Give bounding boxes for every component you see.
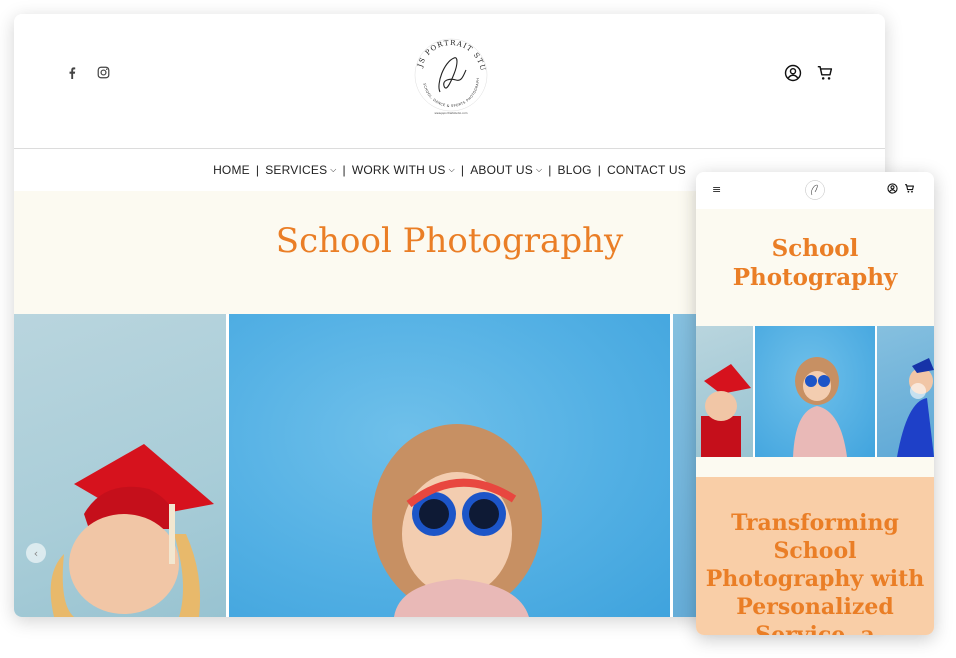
mobile-gallery-photo-birthday[interactable]: [755, 326, 875, 457]
mobile-photo-gallery: [696, 326, 934, 457]
chevron-left-icon[interactable]: [910, 383, 926, 399]
mobile-title-line: Photography: [732, 264, 898, 291]
mobile-page-title: School Photography: [696, 234, 934, 292]
nav-about-us-label: ABOUT US: [470, 163, 533, 177]
nav-home-label: HOME: [213, 163, 250, 177]
facebook-icon[interactable]: [67, 66, 77, 79]
promo-line: Photography with: [705, 566, 925, 592]
chevron-down-icon: ⌵: [330, 165, 337, 174]
nav-contact-us[interactable]: CONTACT US: [601, 163, 692, 177]
nav-about-us[interactable]: ABOUT US ⌵: [464, 163, 548, 177]
hamburger-icon[interactable]: ≡: [712, 183, 721, 196]
social-links: [67, 66, 110, 79]
nav-contact-us-label: CONTACT US: [607, 163, 686, 177]
user-icon[interactable]: [887, 183, 898, 194]
nav-services-label: SERVICES: [265, 163, 328, 177]
mobile-promo-heading: Transforming School Photography with Per…: [696, 509, 934, 635]
mobile-studio-logo[interactable]: [804, 179, 826, 201]
gallery-photo-birthday[interactable]: [229, 314, 670, 617]
nav-work-with-us[interactable]: WORK WITH US ⌵: [346, 163, 461, 177]
screenshot-stage: JS PORTRAIT STUDIO SCHOOL, DANCE & SPORT…: [0, 0, 956, 658]
site-header: JS PORTRAIT STUDIO SCHOOL, DANCE & SPORT…: [14, 14, 885, 148]
promo-line: School: [773, 538, 857, 564]
header-actions: [784, 64, 834, 82]
mobile-gallery-photo-graduate[interactable]: [696, 326, 753, 457]
instagram-icon[interactable]: [97, 66, 110, 79]
nav-blog-label: BLOG: [557, 163, 592, 177]
svg-text:JS PORTRAIT STUDIO: JS PORTRAIT STUDIO: [410, 34, 487, 72]
cart-icon[interactable]: [904, 183, 915, 194]
promo-line: Personalized: [736, 594, 894, 620]
mobile-header-actions: [887, 183, 915, 194]
user-icon[interactable]: [784, 64, 802, 82]
chevron-down-icon: ⌵: [448, 165, 455, 174]
nav-services[interactable]: SERVICES ⌵: [259, 163, 342, 177]
nav-blog[interactable]: BLOG: [552, 163, 598, 177]
mobile-header: ≡: [696, 172, 934, 209]
mobile-promo-section: Transforming School Photography with Per…: [696, 477, 934, 635]
svg-text:www.jsportraitstudio.com: www.jsportraitstudio.com: [434, 111, 467, 115]
promo-line: Service, a: [755, 622, 875, 635]
studio-logo[interactable]: JS PORTRAIT STUDIO SCHOOL, DANCE & SPORT…: [407, 28, 492, 116]
mobile-section-spacer: [696, 457, 934, 477]
nav-work-with-us-label: WORK WITH US: [351, 163, 446, 177]
chevron-down-icon: ⌵: [535, 165, 543, 174]
nav-home[interactable]: HOME: [207, 163, 256, 177]
mobile-device-preview: ≡ School Photography Transforming School…: [696, 172, 934, 635]
gallery-photo-graduate[interactable]: ‹: [14, 314, 226, 617]
mobile-hero-section: School Photography: [696, 209, 934, 326]
promo-line: Transforming: [731, 510, 899, 536]
mobile-title-line: School: [771, 235, 859, 262]
cart-icon[interactable]: [816, 64, 834, 82]
chevron-left-icon[interactable]: ‹: [26, 543, 46, 563]
